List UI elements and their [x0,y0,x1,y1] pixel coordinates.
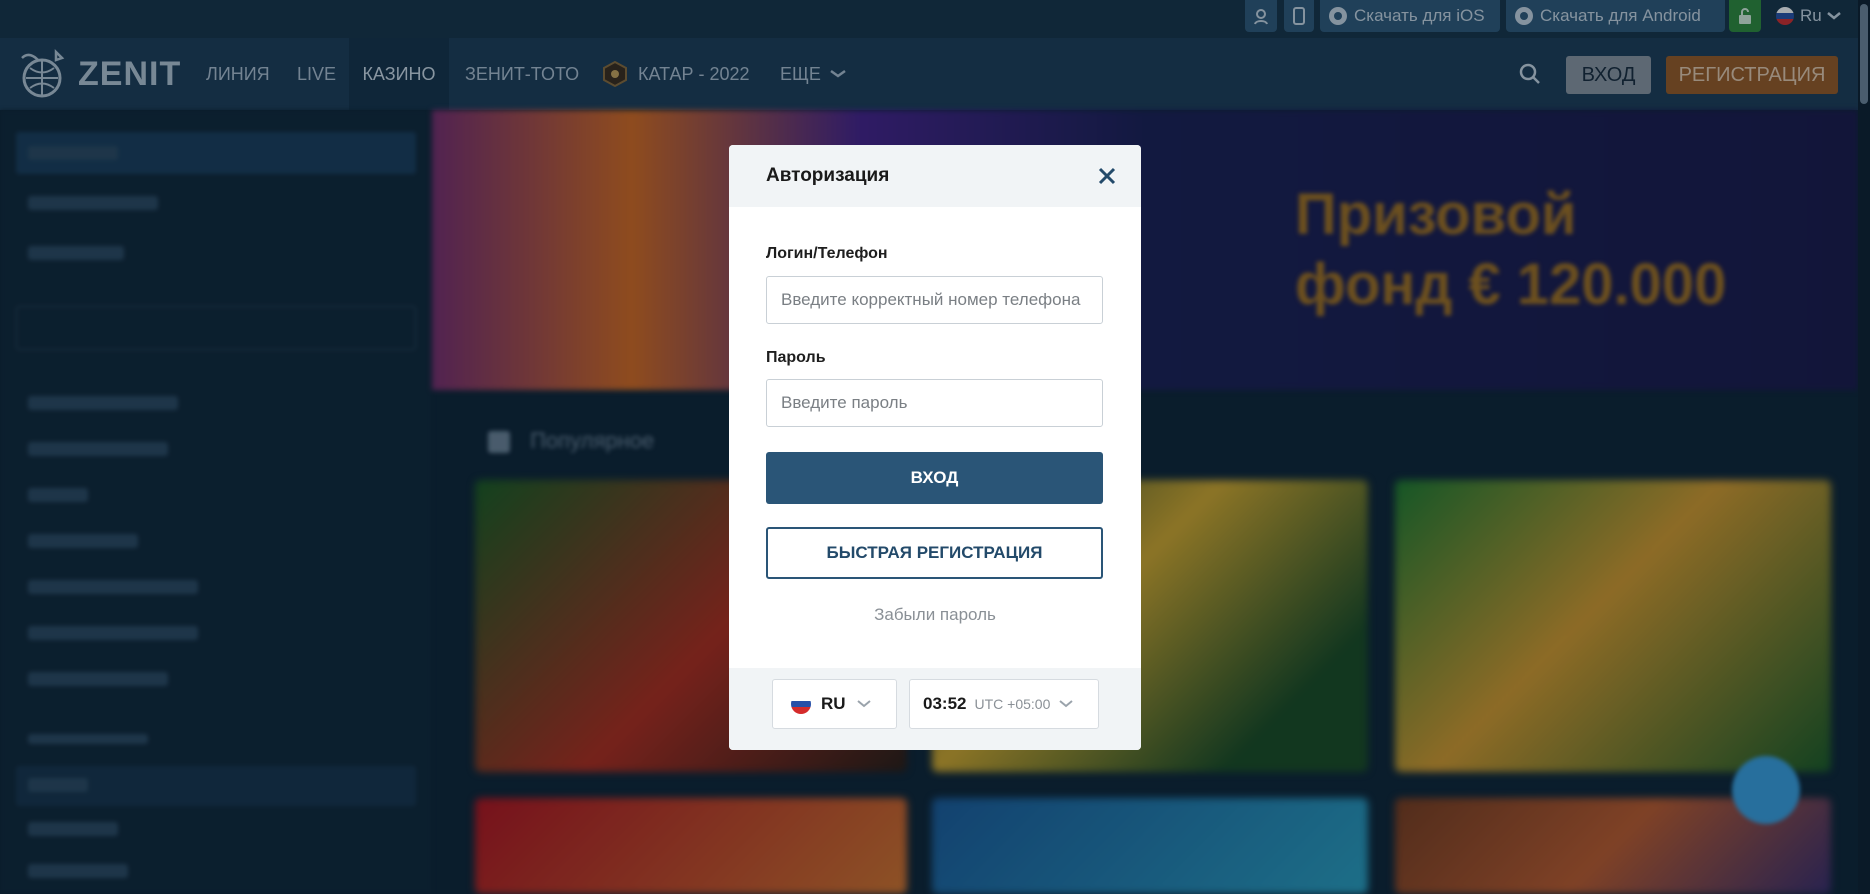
password-label: Пароль [766,349,826,366]
modal-footer: RU 03:52 UTC +05:00 [729,668,1141,750]
password-input[interactable] [766,379,1103,427]
russia-flag-icon [791,694,811,714]
language-select-value: RU [821,694,846,713]
scrollbar-thumb[interactable] [1860,4,1868,104]
modal-header: Авторизация [729,145,1141,207]
auth-modal: Авторизация Логин/Телефон Пароль ВХОД БЫ… [729,145,1141,750]
quick-register-button[interactable]: БЫСТРАЯ РЕГИСТРАЦИЯ [766,527,1103,579]
submit-login-button[interactable]: ВХОД [766,452,1103,504]
close-icon [1098,167,1116,185]
chevron-down-icon [856,700,871,708]
login-label: Логин/Телефон [766,245,888,262]
timezone-select[interactable]: 03:52 UTC +05:00 [909,679,1099,729]
language-select[interactable]: RU [772,679,897,729]
close-button[interactable] [1093,162,1121,190]
current-time: 03:52 [923,694,967,713]
chevron-down-icon [1059,700,1073,708]
forgot-password-link[interactable]: Забыли пароль [729,605,1141,625]
modal-title: Авторизация [766,165,890,186]
page-scrollbar[interactable] [1858,0,1870,894]
login-input[interactable] [766,276,1103,324]
timezone-value: UTC +05:00 [974,696,1051,712]
